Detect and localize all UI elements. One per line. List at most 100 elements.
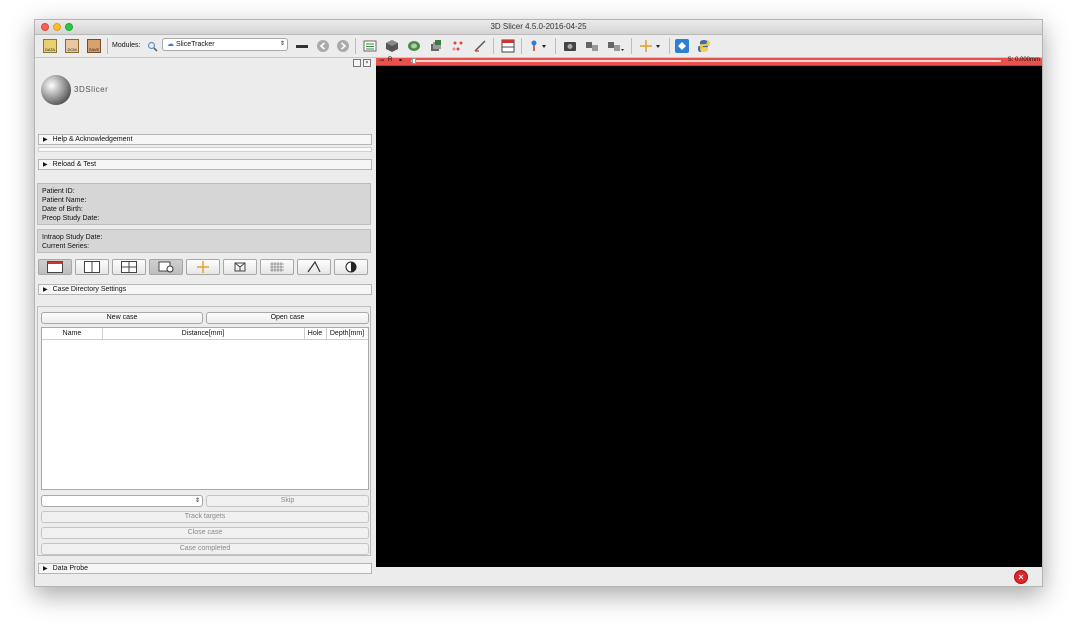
column-header-distance[interactable]: Distance[mm] — [102, 328, 305, 339]
forward-button[interactable] — [335, 37, 351, 55]
undock-button[interactable] — [353, 59, 361, 67]
module-search-button[interactable] — [145, 37, 159, 55]
contrast-toggle-button[interactable] — [334, 259, 368, 275]
date-of-birth-label: Date of Birth: — [42, 206, 83, 213]
section-label: Case Directory Settings — [52, 286, 127, 293]
scene-icon — [586, 42, 598, 51]
extension-manager-button[interactable] — [673, 37, 691, 55]
wireframe-toggle-button[interactable] — [223, 259, 257, 275]
section-label: Help & Acknowledgement — [52, 136, 133, 143]
case-completed-button[interactable]: Case completed — [41, 543, 369, 555]
red-slice-view[interactable]: ⊸ R ⚭ S: 0.000mm — [376, 57, 1042, 567]
track-targets-button[interactable]: Track targets — [41, 511, 369, 523]
editor-module-button[interactable] — [471, 37, 489, 55]
toolbar-separator — [107, 38, 108, 54]
layout-button[interactable] — [499, 37, 517, 55]
four-up-icon — [121, 261, 137, 273]
camera-icon — [564, 42, 576, 51]
expand-arrow-icon: ▶ — [43, 566, 48, 572]
layout-red-slice-button[interactable] — [38, 259, 72, 275]
needle-tool-button[interactable] — [297, 259, 331, 275]
needle-icon — [307, 261, 321, 273]
toolbar-separator — [521, 38, 522, 54]
load-data-button[interactable]: DATA — [41, 37, 59, 55]
targets-toggle-button[interactable] — [186, 259, 220, 275]
main-window: 3D Slicer 4.5.0-2016-04-25 DATA DCM SAVE… — [34, 19, 1043, 587]
python-icon — [698, 40, 710, 52]
crosshair-toggle-button[interactable] — [149, 259, 183, 275]
layers-icon — [431, 40, 441, 51]
layout-icon — [501, 39, 515, 53]
skip-button[interactable]: Skip — [206, 495, 369, 507]
orientation-label: R — [388, 57, 393, 63]
module-history-button[interactable] — [293, 37, 311, 55]
contrast-icon — [345, 261, 357, 273]
save-icon: SAVE — [87, 39, 101, 53]
slice-offset-slider-handle[interactable] — [412, 58, 416, 64]
arrow-right-icon — [337, 40, 349, 52]
current-series-label: Current Series: — [42, 243, 90, 250]
chevron-updown-icon: ⇕ — [279, 41, 285, 47]
title-bar: 3D Slicer 4.5.0-2016-04-25 — [35, 20, 1042, 35]
arrow-left-icon — [317, 40, 329, 52]
case-directory-settings-section[interactable]: ▶ Case Directory Settings — [38, 284, 372, 295]
patient-info-box: Patient ID: Patient Name: Date of Birth:… — [37, 183, 371, 225]
link-icon[interactable]: ⚭ — [398, 57, 403, 64]
python-console-button[interactable] — [695, 37, 713, 55]
mouse-mode-button[interactable] — [527, 37, 551, 55]
toolbar-separator — [631, 38, 632, 54]
list-icon — [363, 40, 377, 52]
toolbar-separator — [355, 38, 356, 54]
slicer-logo-icon — [41, 75, 71, 105]
close-case-button[interactable]: Close case — [41, 527, 369, 539]
panel-controls: × — [353, 59, 371, 67]
extension-icon — [675, 39, 689, 53]
data-module-button[interactable] — [383, 37, 401, 55]
pen-icon — [474, 40, 486, 52]
welcome-module-button[interactable] — [361, 37, 379, 55]
help-acknowledgement-section[interactable]: ▶ Help & Acknowledgement — [38, 134, 372, 145]
reload-test-section[interactable]: ▶ Reload & Test — [38, 159, 372, 170]
chevron-updown-icon: ⇕ — [194, 498, 200, 504]
screenshot-button[interactable] — [561, 37, 579, 55]
models-module-button[interactable] — [427, 37, 445, 55]
scene-view-button[interactable] — [583, 37, 601, 55]
transforms-module-button[interactable] — [449, 37, 467, 55]
window-title: 3D Slicer 4.5.0-2016-04-25 — [490, 22, 587, 31]
module-selected-label: SliceTracker — [175, 41, 215, 48]
module-selector[interactable]: ☁ SliceTracker ⇕ — [162, 38, 288, 51]
pin-icon[interactable]: ⊸ — [379, 57, 384, 64]
grid-toggle-button[interactable] — [260, 259, 294, 275]
volumes-module-button[interactable] — [405, 37, 423, 55]
column-header-hole[interactable]: Hole — [304, 328, 327, 339]
toolbar-separator — [493, 38, 494, 54]
column-header-depth[interactable]: Depth[mm] — [326, 328, 368, 339]
scene-restore-button[interactable] — [605, 37, 627, 55]
case-panel: New case Open case Name Distance[mm] Hol… — [37, 306, 371, 556]
expand-arrow-icon: ▶ — [43, 287, 48, 293]
data-probe-section[interactable]: ▶ Data Probe — [38, 563, 372, 574]
slice-offset-readout: S: 0.000mm — [1007, 57, 1040, 63]
new-case-button[interactable]: New case — [41, 312, 203, 324]
back-button[interactable] — [315, 37, 331, 55]
crosshair-button[interactable] — [637, 37, 665, 55]
error-log-button[interactable]: × — [1014, 570, 1028, 584]
patient-name-label: Patient Name: — [42, 197, 87, 204]
target-selector[interactable]: ⇕ — [41, 495, 203, 507]
layout-button-row — [38, 259, 372, 277]
slice-offset-slider[interactable] — [411, 60, 1001, 62]
layout-side-by-side-button[interactable] — [75, 259, 109, 275]
save-button[interactable]: SAVE — [85, 37, 103, 55]
panel-close-button[interactable]: × — [363, 59, 371, 67]
load-dicom-button[interactable]: DCM — [63, 37, 81, 55]
modules-label: Modules: — [112, 42, 141, 49]
column-header-name[interactable]: Name — [42, 328, 103, 339]
targets-table[interactable]: Name Distance[mm] Hole Depth[mm] — [41, 327, 369, 490]
preop-study-date-label: Preop Study Date: — [42, 215, 100, 222]
module-icon: ☁ — [167, 41, 174, 48]
cube-icon — [386, 40, 398, 52]
layout-four-up-button[interactable] — [112, 259, 146, 275]
single-view-icon — [47, 261, 63, 273]
open-case-button[interactable]: Open case — [206, 312, 369, 324]
side-by-side-icon — [84, 261, 100, 273]
